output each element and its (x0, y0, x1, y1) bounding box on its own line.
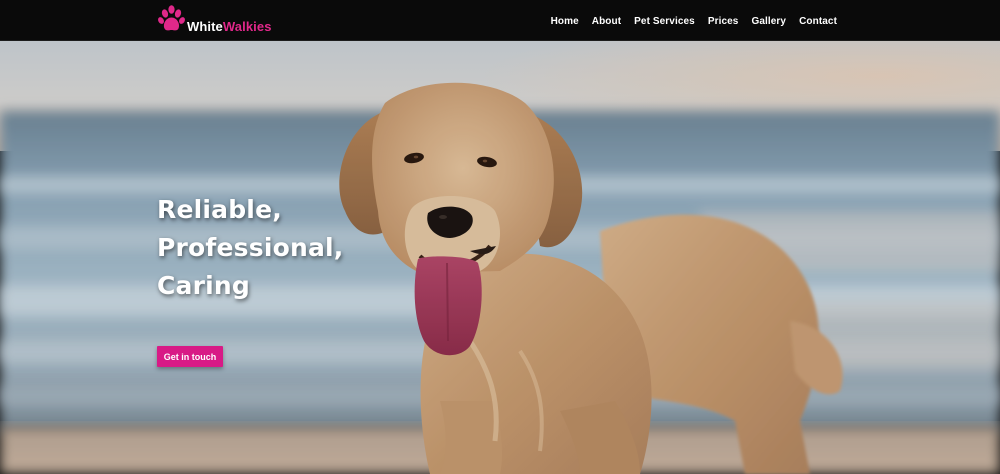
nav-item-contact[interactable]: Contact (799, 16, 837, 27)
brand-name-part2: Walkies (222, 19, 272, 34)
site-header: WhiteWalkies Home About Pet Services Pri… (0, 0, 1000, 41)
get-in-touch-button[interactable]: Get in touch (157, 346, 223, 367)
headline-line: Professional, (157, 233, 344, 262)
brand-name-part1: White (187, 19, 223, 34)
nav-item-gallery[interactable]: Gallery (751, 16, 786, 27)
main-nav: Home About Pet Services Prices Gallery C… (551, 0, 837, 41)
site-logo[interactable]: WhiteWalkies (156, 4, 272, 36)
brand-name: WhiteWalkies (187, 20, 272, 33)
hero-background-image (0, 41, 1000, 474)
nav-item-pet-services[interactable]: Pet Services (634, 16, 695, 27)
nav-item-prices[interactable]: Prices (708, 16, 739, 27)
nav-item-about[interactable]: About (592, 16, 621, 27)
paw-icon (158, 5, 185, 31)
headline-line: Reliable, (157, 195, 282, 224)
headline-line: Caring (157, 271, 251, 300)
hero-section: Reliable, Professional, Caring Get in to… (0, 41, 1000, 474)
hero-headline: Reliable, Professional, Caring (157, 191, 344, 305)
nav-item-home[interactable]: Home (551, 16, 579, 27)
